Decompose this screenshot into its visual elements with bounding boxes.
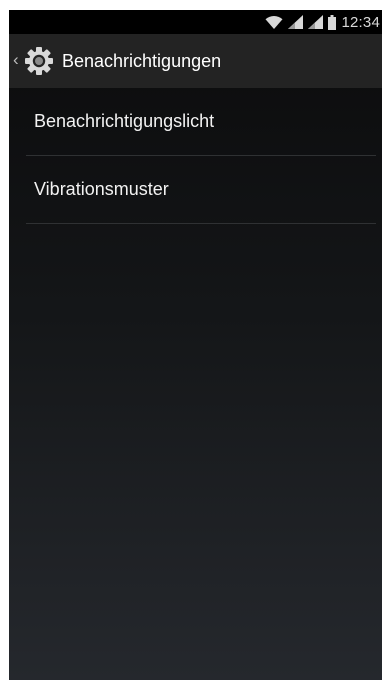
wifi-icon bbox=[265, 15, 283, 29]
settings-list: Benachrichtigungslicht Vibrationsmuster bbox=[9, 88, 382, 224]
page-title: Benachrichtigungen bbox=[62, 50, 222, 71]
settings-item-label: Vibrationsmuster bbox=[34, 179, 169, 199]
settings-item-notification-light[interactable]: Benachrichtigungslicht bbox=[26, 88, 376, 156]
chevron-left-icon: ‹ bbox=[13, 50, 19, 69]
settings-item-label: Benachrichtigungslicht bbox=[34, 111, 215, 131]
gear-icon bbox=[24, 46, 54, 76]
status-bar: 12:34 bbox=[9, 10, 382, 34]
signal-icon bbox=[288, 15, 304, 29]
battery-icon bbox=[328, 14, 337, 30]
signal-icon bbox=[308, 15, 324, 29]
status-time: 12:34 bbox=[341, 13, 380, 31]
action-bar: ‹ Benachrichtigungen bbox=[9, 34, 382, 88]
settings-item-vibration-pattern[interactable]: Vibrationsmuster bbox=[26, 156, 376, 224]
phone-screen: 12:34 ‹ Benachrichtigungen Benachrichtig… bbox=[9, 10, 382, 680]
up-navigation-button[interactable]: ‹ bbox=[13, 46, 54, 76]
